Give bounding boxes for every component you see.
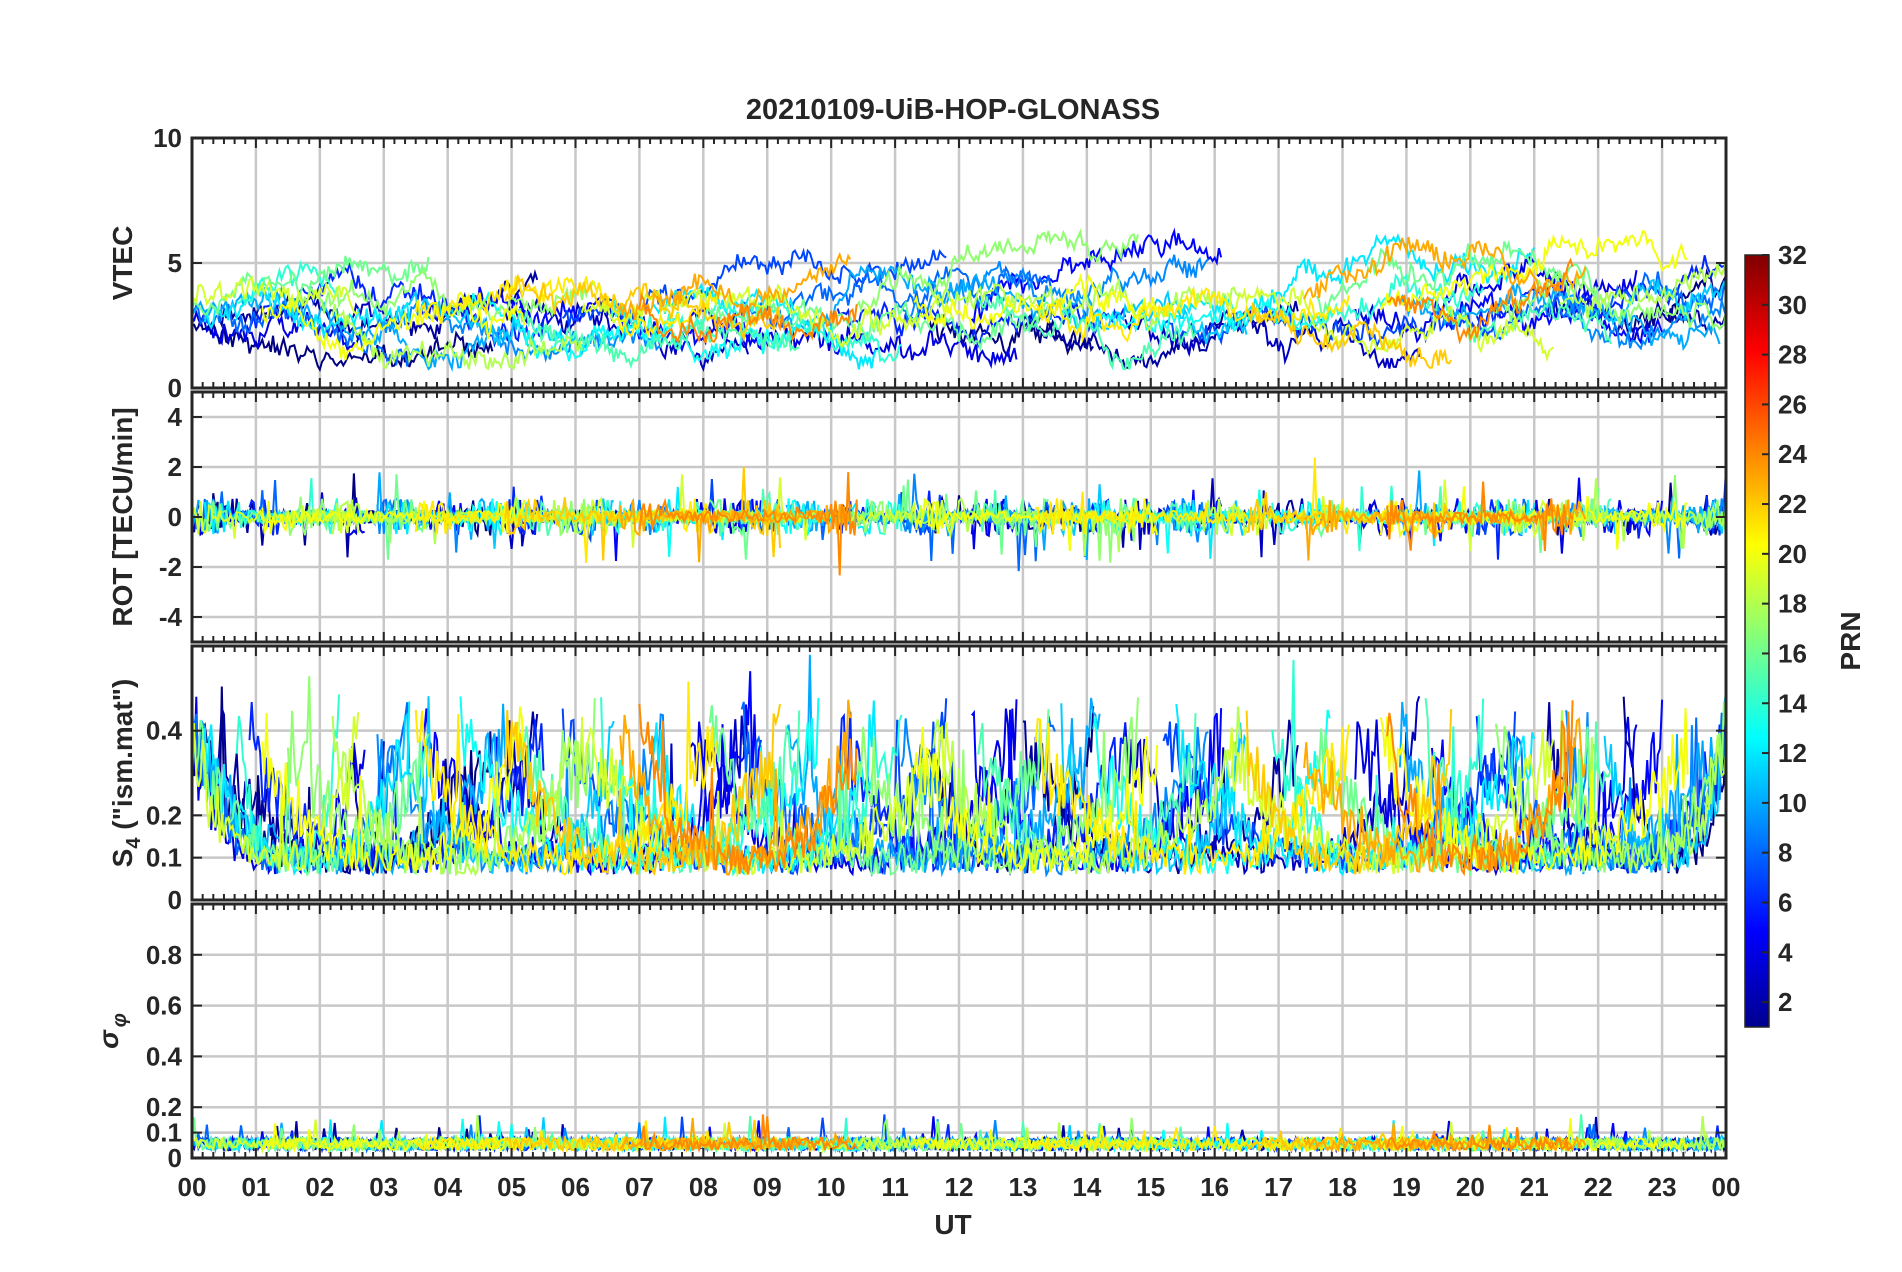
panels-group: 0510VTEC-4-2024ROT [TECU/min]00.10.20.4S… <box>93 123 1728 1173</box>
y-tick-label: -2 <box>159 552 182 582</box>
colorbar-tick-label: 32 <box>1778 240 1807 270</box>
x-tick-label: 11 <box>881 1172 909 1202</box>
colorbar-tick-label: 30 <box>1778 290 1807 320</box>
y-tick-label: 2 <box>168 452 182 482</box>
x-tick-label: 22 <box>1584 1172 1613 1202</box>
colorbar-tick-label: 2 <box>1778 987 1792 1017</box>
colorbar-tick-label: 4 <box>1778 937 1793 967</box>
x-tick-label: 17 <box>1264 1172 1293 1202</box>
colorbar-tick-label: 10 <box>1778 788 1807 818</box>
x-tick-label: 15 <box>1136 1172 1165 1202</box>
y-tick-label: 0 <box>168 373 182 403</box>
chart-figure: 20210109-UiB-HOP-GLONASS 0510VTEC-4-2024… <box>93 94 1866 1240</box>
y-axis-label: σφ <box>93 1013 131 1049</box>
x-tick-label: 18 <box>1328 1172 1357 1202</box>
y-tick-label: 4 <box>168 402 183 432</box>
panel-vtec: 0 5 10 VTEC <box>107 123 1728 403</box>
x-tick-labels: 00 01 02 03 04 05 06 07 08 09 10 11 12 13 14 15 16 17 18 19… <box>178 1172 1741 1202</box>
panel-s4: 0 0.1 0.2 0.4S4 ("ism.mat") <box>107 644 1728 915</box>
x-axis-label: UT <box>934 1209 971 1240</box>
y-tick-label: 0 <box>168 885 182 915</box>
x-tick-label: 21 <box>1520 1172 1549 1202</box>
y-axis-label: S4 ("ism.mat") <box>107 679 145 868</box>
colorbar-tick-label: 8 <box>1778 838 1792 868</box>
y-tick-label: 0.6 <box>146 991 182 1021</box>
y-tick-label: 0.4 <box>146 1041 183 1071</box>
x-tick-label: 08 <box>689 1172 718 1202</box>
x-tick-label: 20 <box>1456 1172 1485 1202</box>
colorbar-tick-label: 26 <box>1778 389 1807 419</box>
panel-rot: -4 -2 0 2 4 ROT [TECU/min] <box>107 390 1728 644</box>
colorbar-tick-label: 24 <box>1778 439 1807 469</box>
colorbar-tick-label: 6 <box>1778 887 1792 917</box>
y-tick-label: 5 <box>168 248 182 278</box>
y-axis-label: VTEC <box>107 226 138 301</box>
x-tick-label: 02 <box>305 1172 334 1202</box>
y-tick-label: 10 <box>153 123 182 153</box>
x-tick-label: 00 <box>1712 1172 1741 1202</box>
y-tick-label: 0 <box>168 502 182 532</box>
colorbar-tick-label: 14 <box>1778 688 1807 718</box>
colorbar-tick-label: 22 <box>1778 489 1807 519</box>
y-tick-label: -4 <box>159 602 183 632</box>
x-tick-label: 16 <box>1200 1172 1229 1202</box>
x-tick-label: 04 <box>433 1172 462 1202</box>
y-tick-label: 0.8 <box>146 940 182 970</box>
x-tick-label: 12 <box>945 1172 974 1202</box>
colorbar-tick-label: 28 <box>1778 340 1807 370</box>
x-tick-label: 01 <box>241 1172 270 1202</box>
panel-sigma_phi: 00.10.20.40.60.8σφ <box>93 902 1728 1173</box>
x-tick-label: 03 <box>369 1172 398 1202</box>
colorbar: 2468101214161820222426283032 PRN <box>1744 240 1866 1028</box>
colorbar-gradient <box>1744 254 1770 1028</box>
x-tick-label: 13 <box>1008 1172 1037 1202</box>
x-tick-label: 00 <box>178 1172 207 1202</box>
colorbar-tick-label: 20 <box>1778 539 1807 569</box>
x-tick-label: 05 <box>497 1172 526 1202</box>
x-tick-label: 06 <box>561 1172 590 1202</box>
x-tick-label: 19 <box>1392 1172 1421 1202</box>
y-tick-label: 0.4 <box>146 716 183 746</box>
x-tick-label: 14 <box>1072 1172 1101 1202</box>
chart-title: 20210109-UiB-HOP-GLONASS <box>746 94 1160 126</box>
y-tick-label: 0.1 <box>146 843 182 873</box>
y-tick-label: 0.2 <box>146 1092 182 1122</box>
y-tick-label: 0.2 <box>146 800 182 830</box>
colorbar-tick-label: 18 <box>1778 589 1807 619</box>
colorbar-tick-label: 16 <box>1778 638 1807 668</box>
y-axis-label: ROT [TECU/min] <box>107 407 138 626</box>
x-tick-label: 23 <box>1648 1172 1677 1202</box>
x-tick-label: 07 <box>625 1172 654 1202</box>
colorbar-tick-label: 12 <box>1778 738 1807 768</box>
x-tick-label: 10 <box>817 1172 846 1202</box>
colorbar-label: PRN <box>1835 611 1866 670</box>
x-tick-label: 09 <box>753 1172 782 1202</box>
